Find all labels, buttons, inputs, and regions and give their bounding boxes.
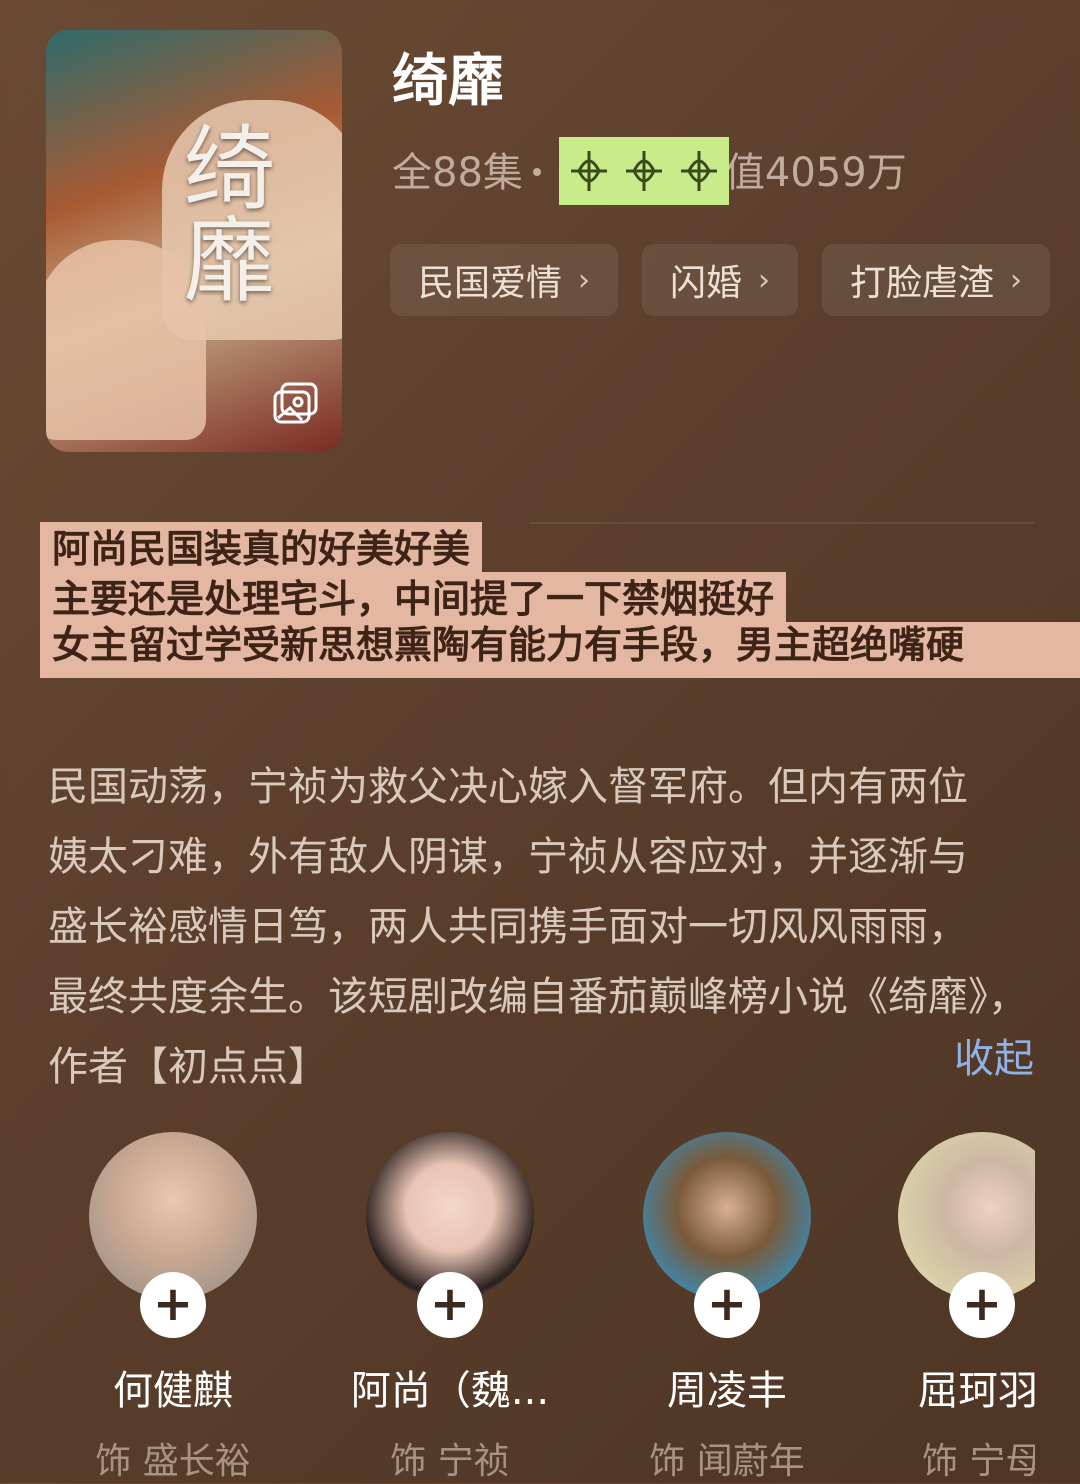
highlight-note-2: 主要还是处理宅斗，中间提了一下禁烟挺好 [40,572,787,626]
cast-role: 饰 盛长裕 [95,1441,251,1482]
tag-minguo-romance[interactable]: 民国爱情 › [390,244,619,316]
cast-role: 饰 宁母 [922,1441,1035,1482]
avatar[interactable]: + [643,1132,811,1338]
cast-name: 何健麒 [113,1368,233,1414]
chevron-right-icon: › [758,262,771,298]
highlight-note-3: 女主留过学受新思想熏陶有能力有手段，男主超绝嘴硬 [40,622,1080,678]
cast-role: 饰 宁祯 [390,1441,510,1482]
drama-title: 绮靡 [392,49,504,114]
drama-poster[interactable]: 绮靡 [46,30,342,452]
cast-name: 阿尚（魏... [350,1368,550,1414]
tag-revenge[interactable]: 打脸虐渣 › [822,244,1051,316]
follow-plus-icon[interactable]: + [140,1272,206,1338]
popularity-value: 值4059万 [724,150,907,196]
synopsis-line: 作者【初点点】 [48,1044,328,1090]
gallery-icon[interactable] [272,382,320,426]
cast-role: 饰 闻蔚年 [649,1441,805,1482]
avatar[interactable]: + [89,1132,257,1338]
synopsis-line: 民国动荡，宁祯为救父决心嫁入督军府。但内有两位 [48,764,968,810]
synopsis-line: 姨太刁难，外有敌人阴谋，宁祯从容应对，并逐渐与 [48,834,968,880]
avatar[interactable]: + [898,1132,1035,1338]
collapse-button[interactable]: 收起 [954,1024,1034,1094]
cast-member[interactable]: + 屈珂羽 饰 宁母 [880,1132,1035,1484]
cast-member[interactable]: + 何健麒 饰 盛长裕 [73,1132,273,1484]
chevron-right-icon: › [1010,262,1023,298]
follow-plus-icon[interactable]: + [949,1272,1015,1338]
cast-name: 周凌丰 [667,1368,787,1414]
synopsis-line: 最终共度余生。该短剧改编自番茄巅峰榜小说《绮靡》， [48,974,1028,1020]
chevron-right-icon: › [578,262,591,298]
follow-plus-icon[interactable]: + [694,1272,760,1338]
drama-synopsis: 民国动荡，宁祯为救父决心嫁入督军府。但内有两位 姨太刁难，外有敌人阴谋，宁祯从容… [48,752,1038,1102]
follow-plus-icon[interactable]: + [417,1272,483,1338]
highlight-note-1: 阿尚民国装真的好美好美 [40,522,483,576]
tag-label: 民国爱情 [418,263,563,304]
episode-count: 全88集 [392,150,523,196]
cast-member[interactable]: + 阿尚（魏... 饰 宁祯 [350,1132,550,1484]
cast-name: 屈珂羽 [918,1368,1035,1414]
tag-label: 打脸虐渣 [850,263,995,304]
avatar[interactable]: + [366,1132,534,1338]
section-divider [530,522,1035,524]
poster-calligraphy-title: 绮靡 [168,120,275,304]
sticker-mask [558,137,729,205]
synopsis-line: 盛长裕感情日笃，两人共同携手面对一切风风雨雨， [48,904,968,950]
tag-label: 闪婚 [670,263,743,304]
separator-dot [532,168,541,176]
drama-meta: 全88集 值4059万 [392,137,907,209]
cast-member[interactable]: + 周凌丰 饰 闻蔚年 [627,1132,827,1484]
genre-tags: 民国爱情 › 闪婚 › 打脸虐渣 › [390,244,1051,316]
tag-flash-marriage[interactable]: 闪婚 › [642,244,799,316]
